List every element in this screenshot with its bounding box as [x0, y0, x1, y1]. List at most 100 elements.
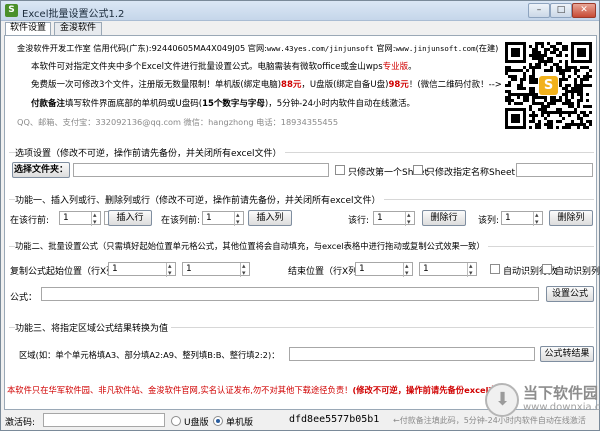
window-title: Excel批量设置公式1.2 — [22, 9, 125, 20]
choose-folder-button[interactable]: 选择文件夹： — [12, 162, 70, 178]
site-status: (在建) — [475, 43, 499, 53]
tab-software-settings[interactable]: 软件设置 — [5, 22, 51, 36]
close-button[interactable]: ✕ — [572, 3, 596, 18]
company-line: 金浚软件开发工作室 信用代码(广东):92440605MA4X049J05 官网… — [17, 42, 498, 54]
intro-end: 。 — [408, 62, 417, 72]
insert-col-position-value: 1 — [206, 213, 212, 223]
settings-section-label: 选项设置（修改不可逆，操作前请先备份，并关闭所有excel文件） — [15, 146, 285, 159]
pc-price: 88元 — [281, 80, 302, 90]
end-row-value: 1 — [359, 264, 365, 274]
insert-row-label: 在该行前: — [10, 216, 50, 226]
start-col-spinner[interactable] — [240, 260, 249, 279]
delete-row-button[interactable]: 删除行 — [422, 210, 466, 226]
pro-edition-note: 专业版 — [382, 62, 409, 72]
warning-sources: 本软件只在华军软件园、非凡软件站、金浚软件官网,实名认证发布,勿不对其他下载途径… — [7, 385, 353, 395]
delete-row-spinner[interactable] — [405, 209, 414, 228]
delete-col-input[interactable]: 1 — [501, 209, 543, 228]
pc-edition-radio[interactable] — [213, 416, 223, 426]
settings-panel: 金浚软件开发工作室 信用代码(广东):92440605MA4X049J05 官网… — [4, 35, 600, 410]
insert-col-position-spinner[interactable] — [234, 209, 243, 228]
app-window: S Excel批量设置公式1.2 – □ ✕ 软件设置 金浚软件 金浚软件开发工… — [0, 0, 600, 431]
download-icon — [485, 383, 519, 417]
payment-note-text: 填写软件界面底部的单机码或U盘码( — [65, 99, 203, 109]
maximize-button[interactable]: □ — [550, 3, 572, 18]
range-input[interactable] — [289, 347, 535, 361]
app-icon: S — [5, 4, 18, 17]
end-col-spinner[interactable] — [467, 260, 476, 279]
insert-col-position-input[interactable]: 1 — [202, 209, 244, 228]
auto-cols-checkbox[interactable] — [542, 264, 552, 274]
usb-edition-label: U盘版 — [184, 418, 209, 428]
start-col-input[interactable]: 1 — [182, 260, 250, 279]
start-row-spinner[interactable] — [166, 260, 175, 279]
formula-input[interactable] — [41, 287, 539, 301]
payment-note-end: )，5分钟-24小时内软件自动在线激活。 — [264, 99, 416, 109]
insert-row-position-value: 1 — [63, 213, 69, 223]
sheet-name-input[interactable] — [516, 163, 593, 177]
code-length-note: 15个数字与字母 — [202, 99, 265, 109]
pricing-end: ！(微信二维码付款！-->) — [408, 80, 506, 90]
start-col-value: 1 — [186, 264, 192, 274]
start-row-input[interactable]: 1 — [108, 260, 176, 279]
auto-rows-checkbox[interactable] — [490, 264, 500, 274]
delete-row-input[interactable]: 1 — [373, 209, 415, 228]
func2-section-label: 功能二、批量设置公式（只需填好起始位置单元格公式，其他位置将会自动填充，与exc… — [15, 240, 488, 252]
machine-code: dfd8ee5577b05b1 — [289, 414, 380, 425]
insert-row-position-input[interactable]: 1 — [59, 209, 101, 228]
usb-edition-radio[interactable] — [171, 416, 181, 426]
delete-col-button[interactable]: 删除列 — [549, 210, 593, 226]
site-link-2[interactable]: www.jinjunsoft.com — [395, 44, 475, 53]
formula-label: 公式： — [10, 293, 38, 303]
warning-text: 本软件只在华军软件园、非凡软件站、金浚软件官网,实名认证发布,勿不对其他下载途径… — [7, 384, 509, 396]
ad-area: 金浚软件开发工作室 信用代码(广东):92440605MA4X049J05 官网… — [9, 38, 505, 127]
func3-section-label: 功能三、将指定区域公式结果转换为值 — [15, 321, 172, 334]
minimize-button[interactable]: – — [528, 3, 550, 18]
tab-jinjun-software[interactable]: 金浚软件 — [54, 22, 102, 35]
intro-text: 本软件可对指定文件夹中多个Excel文件进行批量设置公式。电脑需装有微软offi… — [31, 62, 383, 72]
only-first-sheet-checkbox[interactable] — [335, 165, 345, 175]
delete-col-label: 该列: — [478, 216, 500, 226]
end-row-spinner[interactable] — [403, 260, 412, 279]
convert-to-values-button[interactable]: 公式转结果 — [540, 346, 594, 362]
wechat-qr-code: S — [502, 39, 595, 132]
insert-col-label: 在该列前: — [161, 216, 201, 226]
auto-cols-label: 自动识别列数 — [555, 267, 600, 277]
delete-row-label: 该行: — [348, 216, 370, 226]
func1-section-label: 功能一、插入列或行、删除列或行（修改不可逆，操作前请先备份，并关闭所有excel… — [15, 193, 384, 206]
watermark-title: 当下软件园 — [523, 384, 599, 402]
insert-row-button[interactable]: 插入行 — [108, 210, 152, 226]
minimize-icon: – — [536, 5, 542, 15]
only-named-sheet-checkbox[interactable] — [413, 165, 423, 175]
insert-col-button[interactable]: 插入列 — [248, 210, 292, 226]
company-info: 金浚软件开发工作室 信用代码(广东):92440605MA4X049J05 官网… — [17, 43, 267, 53]
start-row-value: 1 — [112, 264, 118, 274]
usb-price: 98元 — [388, 80, 409, 90]
qr-logo: S — [539, 76, 558, 95]
delete-row-value: 1 — [377, 213, 383, 223]
pc-edition-label: 单机版 — [226, 418, 254, 428]
insert-row-position-spinner[interactable] — [91, 209, 100, 228]
watermark-url: www.downxia.com — [523, 402, 600, 413]
payment-note-label: 付款备注 — [31, 99, 66, 109]
folder-path-input[interactable] — [73, 163, 329, 177]
pricing-line: 免费版一次可修改3个文件，注册版无数量限制！单机版(绑定电脑)88元，U盘版(绑… — [31, 78, 505, 90]
activation-code-input[interactable] — [43, 413, 165, 427]
title-bar[interactable]: S Excel批量设置公式1.2 – □ ✕ — [1, 1, 599, 21]
site-link-1[interactable]: www.43yes.com/jinjunsoft — [267, 44, 374, 53]
delete-col-value: 1 — [505, 213, 511, 223]
intro-line: 本软件可对指定文件夹中多个Excel文件进行批量设置公式。电脑需装有微软offi… — [31, 60, 417, 72]
activation-label: 激活码: — [5, 418, 36, 428]
end-col-input[interactable]: 1 — [419, 260, 477, 279]
set-formula-button[interactable]: 设置公式 — [546, 286, 594, 302]
maximize-icon: □ — [556, 5, 566, 15]
close-icon: ✕ — [580, 5, 588, 15]
site-label-2: 官网: — [373, 43, 396, 53]
end-row-input[interactable]: 1 — [355, 260, 413, 279]
payment-note-line: 付款备注填写软件界面底部的单机码或U盘码(15个数字与字母)，5分钟-24小时内… — [31, 97, 415, 109]
usb-pricing-text: ，U盘版(绑定自备U盘) — [301, 80, 389, 90]
site-watermark: 当下软件园 www.downxia.com — [485, 379, 600, 429]
end-col-value: 1 — [423, 264, 429, 274]
only-named-sheet-label: 只修改指定名称Sheet: — [426, 168, 519, 178]
range-label: 区域(如：单个单元格填A3、部分填A2:A9、整列填B:B、整行填2:2)： — [19, 350, 280, 360]
delete-col-spinner[interactable] — [533, 209, 542, 228]
